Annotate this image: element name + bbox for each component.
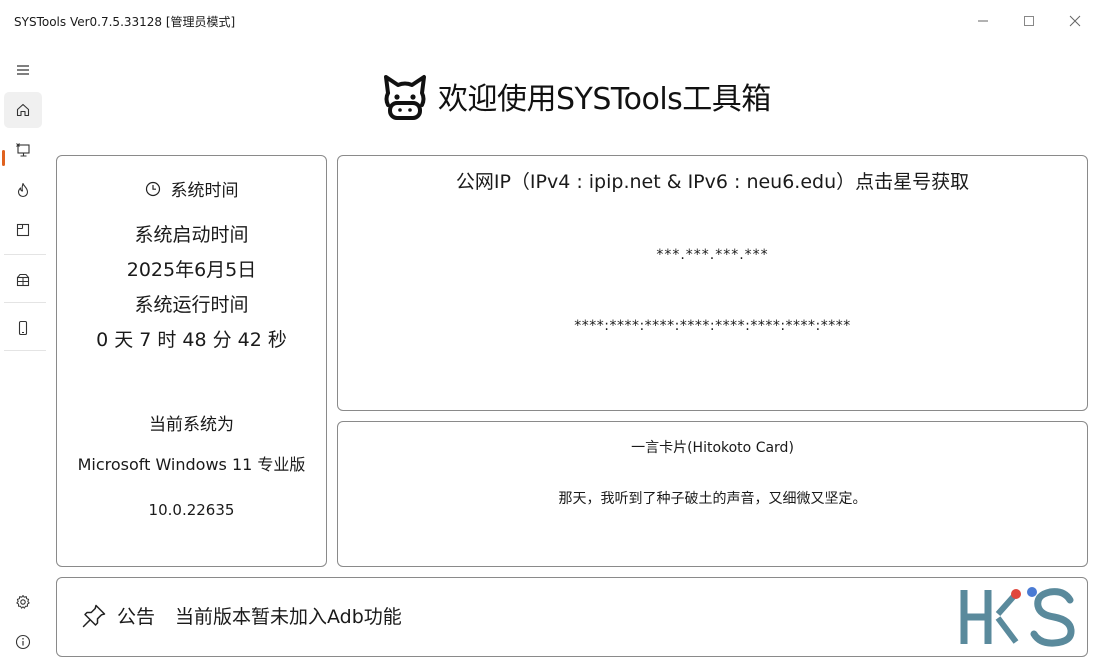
minimize-button[interactable] [960, 0, 1006, 42]
nav-separator [4, 350, 46, 351]
pin-icon [82, 604, 106, 627]
system-time-title: 系统时间 [170, 181, 239, 201]
maximize-button[interactable] [1006, 0, 1052, 42]
page-title: 欢迎使用SYSTools工具箱 [438, 82, 771, 117]
note-icon [16, 223, 30, 237]
side-nav [0, 48, 48, 666]
nav-tools[interactable] [4, 212, 42, 248]
boot-date: 2025年6月5日 [126, 259, 257, 281]
uptime-label: 系统运行时间 [134, 294, 249, 316]
maximize-icon [1024, 16, 1034, 26]
hitokoto-quote: 那天，我听到了种子破土的声音，又细微又坚定。 [558, 491, 867, 507]
box-icon [16, 274, 30, 287]
page-header: 欢迎使用SYSTools工具箱 [380, 66, 771, 126]
nav-home[interactable] [4, 92, 42, 128]
nav-menu-button[interactable] [4, 52, 42, 88]
nav-separator [4, 254, 46, 255]
gear-icon [16, 595, 30, 609]
close-button[interactable] [1052, 0, 1096, 42]
nav-settings[interactable] [4, 584, 42, 620]
notice-text: 当前版本暂未加入Adb功能 [175, 606, 402, 628]
hks-watermark-logo [960, 587, 1075, 647]
public-ip-card: 公网IP（IPv4 : ipip.net & IPv6 : neu6.edu）点… [337, 155, 1088, 411]
nav-apps[interactable] [4, 262, 42, 298]
monitor-icon [16, 143, 30, 157]
cat-logo-icon [384, 75, 426, 120]
boot-time-label: 系统启动时间 [134, 224, 249, 246]
menu-icon [17, 65, 29, 75]
info-icon [15, 634, 31, 650]
public-ip-title: 公网IP（IPv4 : ipip.net & IPv6 : neu6.edu）点… [455, 171, 970, 193]
system-time-heading: 系统时间 [57, 176, 326, 201]
close-icon [1069, 15, 1081, 27]
notice-card: 公告 当前版本暂未加入Adb功能 [56, 577, 1088, 657]
home-icon [16, 103, 30, 117]
phone-icon [18, 320, 28, 336]
os-label: 当前系统为 [149, 415, 234, 435]
nav-about[interactable] [4, 624, 42, 660]
uptime-value: 0 天 7 时 48 分 42 秒 [96, 329, 287, 351]
system-time-card: 系统时间 系统启动时间 2025年6月5日 系统运行时间 0 天 7 时 48 … [56, 155, 327, 567]
title-bar: SYSTools Ver0.7.5.33128 [管理员模式] [0, 0, 1096, 42]
notice-row: 公告 当前版本暂未加入Adb功能 [81, 602, 402, 629]
nav-performance[interactable] [4, 172, 42, 208]
nav-system-monitor[interactable] [4, 132, 42, 168]
clock-icon [145, 181, 160, 196]
hitokoto-title: 一言卡片(Hitokoto Card) [631, 440, 794, 456]
ipv4-masked-value[interactable]: ***.***.***.*** [338, 247, 1087, 263]
nav-separator [4, 302, 46, 303]
hitokoto-card[interactable]: 一言卡片(Hitokoto Card) 那天，我听到了种子破土的声音，又细微又坚… [337, 421, 1088, 567]
os-version: 10.0.22635 [148, 501, 235, 519]
flame-icon [17, 182, 29, 198]
notice-label: 公告 [117, 606, 156, 628]
minimize-icon [978, 20, 988, 22]
ipv6-masked-value[interactable]: ****:****:****:****:****:****:****:**** [338, 318, 1087, 334]
nav-phone[interactable] [4, 310, 42, 346]
os-name: Microsoft Windows 11 专业版 [77, 455, 306, 474]
window-title: SYSTools Ver0.7.5.33128 [管理员模式] [14, 15, 236, 29]
